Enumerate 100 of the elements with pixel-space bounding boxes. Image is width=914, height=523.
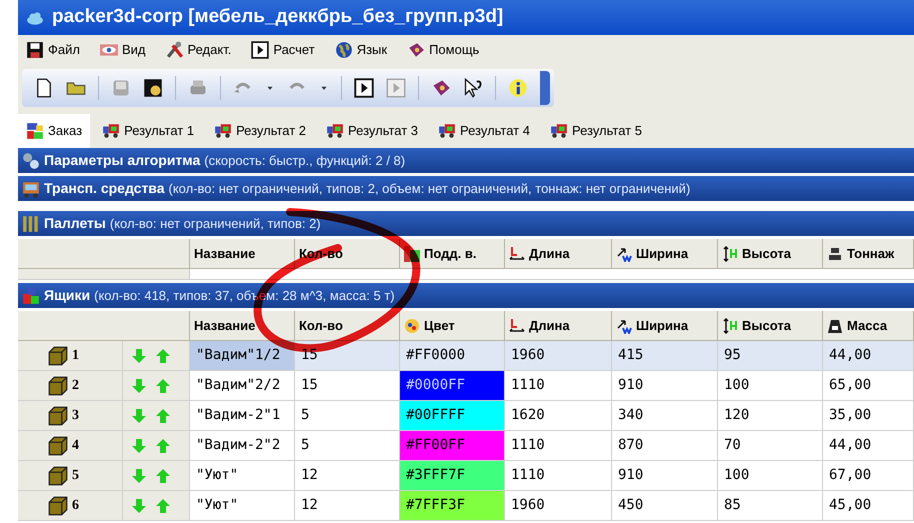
box-icon (48, 466, 68, 486)
table-cell: #00FFFF (400, 401, 505, 430)
column-header[interactable]: Название (190, 239, 295, 268)
table-cell: 85 (718, 491, 823, 520)
tab[interactable]: Результат 2 (206, 114, 314, 148)
down-arrow-icon[interactable] (131, 378, 147, 394)
height-icon (722, 246, 738, 262)
truck-icon (214, 122, 232, 140)
table-cell: "Вадим"2/2 (190, 371, 295, 400)
play-icon[interactable] (354, 78, 374, 98)
table-cell: 44,00 (823, 431, 914, 460)
tab[interactable]: Результат 5 (542, 114, 650, 148)
play-icon (251, 40, 270, 58)
box-icon (48, 376, 68, 396)
height-icon (722, 318, 738, 334)
step-icon[interactable] (386, 78, 406, 98)
table-cell: 1110 (505, 461, 612, 490)
width-icon (616, 318, 632, 334)
down-arrow-icon[interactable] (131, 438, 147, 454)
section-summary: (кол-во: нет ограничений, типов: 2, объем: нет ограничений, тоннаж: нет ограничений) (168, 180, 690, 198)
box-icon (48, 496, 68, 516)
down-arrow-icon[interactable] (131, 468, 147, 484)
table-cell: 1960 (505, 491, 612, 520)
table-cell: "Уют" (190, 461, 295, 490)
tools-icon (166, 40, 184, 58)
table-cell: 45,00 (823, 491, 914, 520)
section-title: Ящики (44, 286, 90, 305)
pallets-icon (22, 214, 40, 232)
floppy-icon (26, 40, 44, 58)
new-file-icon[interactable] (34, 78, 54, 98)
table-cell: 450 (612, 491, 718, 520)
tab[interactable]: Результат 3 (318, 114, 426, 148)
printer-icon[interactable] (188, 78, 208, 98)
table-cell: "Вадим-2"2 (190, 431, 295, 460)
row-number: 3 (72, 407, 79, 425)
column-header[interactable]: Тоннаж (823, 239, 914, 268)
column-header[interactable]: Длина (505, 239, 612, 268)
tab[interactable]: Результат 4 (430, 114, 538, 148)
table-cell: "Вадим"1/2 (190, 341, 295, 370)
up-arrow-icon[interactable] (155, 498, 171, 514)
window-title: packer3d-corp [мебель_деккбрь_без_групп.p3d] (52, 5, 504, 30)
column-header[interactable]: Высота (718, 239, 823, 268)
table-cell: 100 (718, 371, 823, 400)
info-icon[interactable] (508, 78, 528, 98)
box-icon (48, 346, 68, 366)
box-icon (48, 406, 68, 426)
menu-item[interactable]: Расчет (251, 40, 315, 60)
up-arrow-icon[interactable] (155, 438, 171, 454)
menu-item[interactable]: Файл (26, 40, 80, 60)
truck-icon (438, 122, 456, 140)
up-arrow-icon[interactable] (155, 348, 171, 364)
section-summary: (скорость: быстр., функций: 2 / 8) (204, 152, 406, 170)
save-as-icon[interactable] (143, 78, 163, 98)
table-cell: #FF00FF (400, 431, 505, 460)
down-arrow-icon[interactable] (131, 408, 147, 424)
table-cell: 1620 (505, 401, 612, 430)
truck-icon (550, 122, 568, 140)
row-number: 1 (72, 347, 79, 365)
pointer-help-icon[interactable] (463, 78, 483, 98)
row-number: 2 (72, 377, 79, 395)
toolbar-chevron[interactable] (540, 70, 550, 104)
table-cell: 67,00 (823, 461, 914, 490)
boxes-icon (22, 286, 40, 304)
palette-icon (404, 318, 420, 334)
length-icon (509, 318, 525, 334)
book-icon[interactable] (431, 78, 451, 98)
column-header[interactable]: Кол-во (295, 311, 400, 340)
menu-item[interactable]: Помощь (407, 40, 480, 60)
column-header[interactable]: Подд. в. (400, 239, 505, 268)
column-header[interactable]: Длина (505, 311, 612, 340)
row-number: 5 (72, 467, 79, 485)
column-header[interactable]: Масса (823, 311, 914, 340)
table-cell: 340 (612, 401, 718, 430)
table-cell: 100 (718, 461, 823, 490)
down-arrow-icon[interactable] (131, 498, 147, 514)
table-cell: 120 (718, 401, 823, 430)
column-header[interactable]: Цвет (400, 311, 505, 340)
truck-icon (102, 122, 120, 140)
table-cell: 1110 (505, 431, 612, 460)
up-arrow-icon[interactable] (155, 408, 171, 424)
up-arrow-icon[interactable] (155, 378, 171, 394)
menu-item[interactable]: Вид (100, 40, 146, 60)
column-header[interactable]: Ширина (612, 311, 718, 340)
tab[interactable]: Заказ (18, 114, 90, 148)
down-arrow-icon[interactable] (131, 348, 147, 364)
menu-item[interactable]: Редакт. (166, 40, 232, 60)
up-arrow-icon[interactable] (155, 468, 171, 484)
table-cell: 70 (718, 431, 823, 460)
tab[interactable]: Результат 1 (94, 114, 202, 148)
column-header[interactable]: Высота (718, 311, 823, 340)
table-cell: #0000FF (400, 371, 505, 400)
column-header[interactable]: Название (190, 311, 295, 340)
column-header[interactable]: Ширина (612, 239, 718, 268)
table-cell: 870 (612, 431, 718, 460)
section-summary: (кол-во: нет ограничений, типов: 2) (110, 214, 321, 233)
table-cell: "Уют" (190, 491, 295, 520)
table-cell: 65,00 (823, 371, 914, 400)
menu-item[interactable]: Язык (334, 40, 388, 60)
section-title: Паллеты (44, 214, 106, 233)
truck-icon (22, 180, 40, 198)
